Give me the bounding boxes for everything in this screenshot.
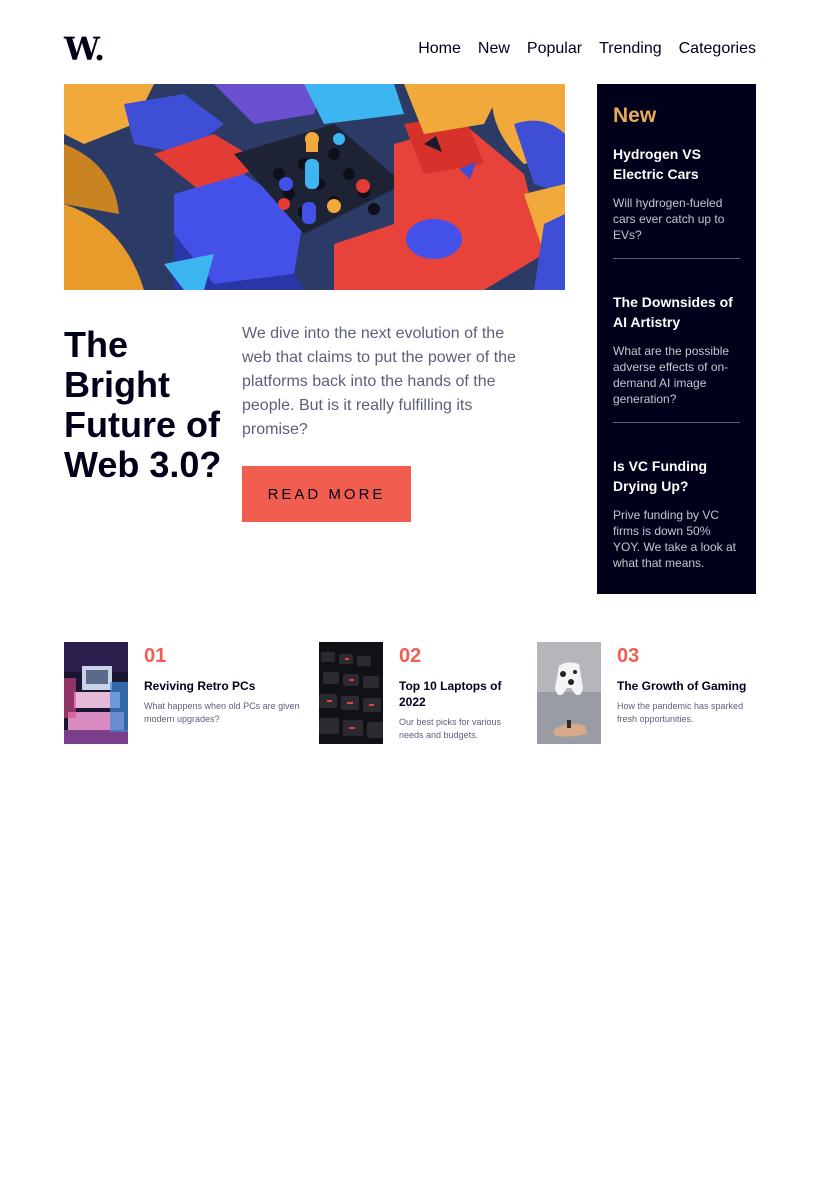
- new-item-title[interactable]: The Downsides of AI Artistry: [613, 292, 740, 332]
- article-info: 02 Top 10 Laptops of 2022 Our best picks…: [399, 642, 519, 744]
- gaming-controller-thumbnail[interactable]: [537, 642, 601, 744]
- new-item: Is VC Funding Drying Up? Prive funding b…: [613, 456, 740, 586]
- divider: [613, 258, 740, 259]
- nav-new[interactable]: New: [478, 40, 510, 58]
- read-more-button[interactable]: READ MORE: [242, 466, 411, 522]
- new-item: The Downsides of AI Artistry What are th…: [613, 292, 740, 422]
- article-description: How the pandemic has sparked fresh oppor…: [617, 701, 744, 724]
- new-item-title[interactable]: Is VC Funding Drying Up?: [613, 456, 740, 496]
- divider: [613, 422, 740, 423]
- laptop-keyboard-thumbnail[interactable]: [319, 642, 383, 744]
- new-articles-panel: New Hydrogen VS Electric Cars Will hydro…: [597, 84, 756, 594]
- article-card[interactable]: 01 Reviving Retro PCs What happens when …: [64, 642, 304, 744]
- article-number: 03: [617, 645, 640, 667]
- nav-popular[interactable]: Popular: [527, 40, 582, 58]
- article-title[interactable]: Reviving Retro PCs: [144, 678, 304, 694]
- article-card[interactable]: 03 The Growth of Gaming How the pandemic…: [537, 642, 756, 744]
- article-card[interactable]: 02 Top 10 Laptops of 2022 Our best picks…: [319, 642, 519, 744]
- article-number: 01: [144, 645, 167, 667]
- new-item-title[interactable]: Hydrogen VS Electric Cars: [613, 144, 740, 184]
- hero-description: We dive into the next evolution of the w…: [242, 325, 516, 438]
- article-info: 03 The Growth of Gaming How the pandemic…: [617, 642, 756, 744]
- new-item-text: Will hydrogen-fueled cars ever catch up …: [613, 196, 725, 242]
- main-nav: Home New Popular Trending Categories: [418, 40, 756, 58]
- hero-title: The Bright Future of Web 3.0?: [64, 324, 222, 485]
- article-info: 01 Reviving Retro PCs What happens when …: [144, 642, 304, 744]
- article-description: Our best picks for various needs and bud…: [399, 717, 502, 740]
- nav-categories[interactable]: Categories: [679, 40, 756, 58]
- nav-home[interactable]: Home: [418, 40, 461, 58]
- nav-trending[interactable]: Trending: [599, 40, 662, 58]
- new-item: Hydrogen VS Electric Cars Will hydrogen-…: [613, 144, 740, 258]
- hero-image: [64, 84, 565, 290]
- article-number: 02: [399, 645, 422, 667]
- article-title[interactable]: Top 10 Laptops of 2022: [399, 678, 519, 710]
- article-description: What happens when old PCs are given mode…: [144, 701, 300, 724]
- new-panel-heading: New: [613, 104, 657, 127]
- article-title[interactable]: The Growth of Gaming: [617, 678, 756, 694]
- retro-pc-thumbnail[interactable]: [64, 642, 128, 744]
- site-logo[interactable]: W.: [64, 30, 105, 68]
- new-item-text: What are the possible adverse effects of…: [613, 344, 730, 406]
- new-item-text: Prive funding by VC firms is down 50% YO…: [613, 508, 736, 570]
